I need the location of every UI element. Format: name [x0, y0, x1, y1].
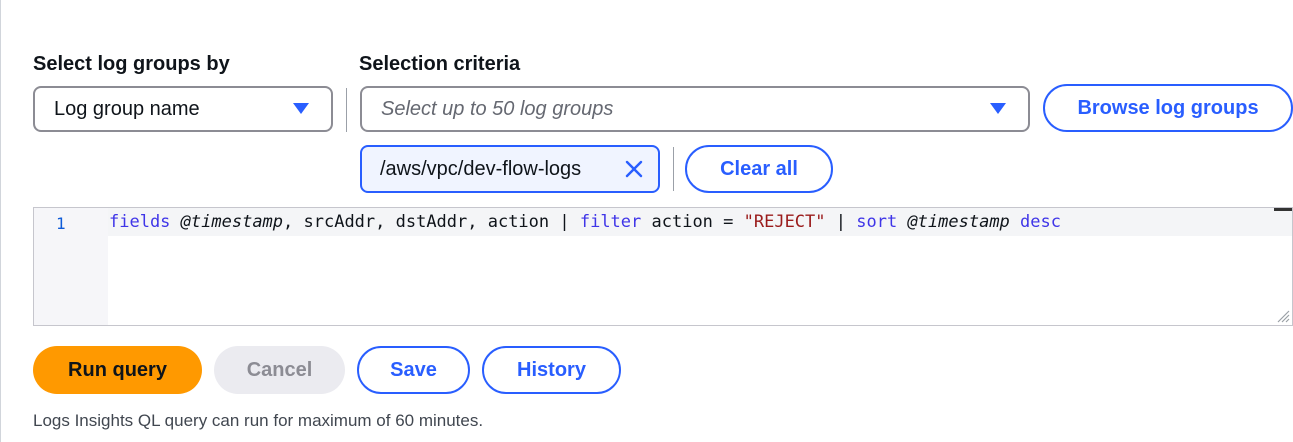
keyword-fields: fields	[109, 212, 171, 232]
line-number: 1	[56, 214, 66, 233]
log-group-selector-value: Log group name	[54, 97, 200, 120]
keyword-sort: sort	[856, 212, 898, 232]
selected-log-group-token: /aws/vpc/dev-flow-logs	[360, 145, 660, 193]
divider	[346, 88, 347, 132]
keyword-filter: filter	[579, 212, 642, 232]
history-button[interactable]: History	[482, 346, 621, 394]
field-timestamp: @timestamp	[907, 212, 1010, 232]
query-condition: action =	[641, 212, 744, 232]
caret-down-icon	[990, 103, 1006, 114]
close-icon[interactable]	[624, 159, 644, 179]
run-query-button[interactable]: Run query	[33, 346, 202, 394]
query-editor[interactable]: 1 fields @timestamp, srcAddr, dstAddr, a…	[33, 207, 1293, 326]
editor-gutter	[34, 208, 108, 325]
log-group-selector-dropdown[interactable]: Log group name	[33, 86, 333, 132]
cancel-button[interactable]: Cancel	[214, 346, 345, 394]
query-text[interactable]: fields @timestamp, srcAddr, dstAddr, act…	[109, 212, 1061, 232]
resize-handle-icon[interactable]	[1274, 307, 1290, 323]
scrollbar[interactable]	[1274, 208, 1292, 211]
field-timestamp: @timestamp	[180, 212, 284, 232]
select-by-label: Select log groups by	[33, 53, 230, 75]
selected-log-group-label: /aws/vpc/dev-flow-logs	[380, 157, 582, 180]
save-button[interactable]: Save	[357, 346, 470, 394]
divider	[673, 147, 674, 191]
browse-log-groups-button[interactable]: Browse log groups	[1043, 84, 1293, 132]
query-duration-note: Logs Insights QL query can run for maxim…	[33, 411, 484, 430]
log-groups-placeholder: Select up to 50 log groups	[381, 97, 614, 120]
panel-border	[0, 0, 1, 442]
selection-criteria-label: Selection criteria	[359, 53, 521, 75]
query-pipe: |	[825, 212, 857, 232]
string-literal: "REJECT"	[743, 212, 826, 232]
log-groups-multiselect[interactable]: Select up to 50 log groups	[360, 86, 1030, 132]
query-fields: , srcAddr, dstAddr, action |	[283, 212, 580, 232]
caret-down-icon	[293, 103, 309, 114]
keyword-desc: desc	[1020, 212, 1061, 232]
clear-all-button[interactable]: Clear all	[685, 145, 833, 193]
